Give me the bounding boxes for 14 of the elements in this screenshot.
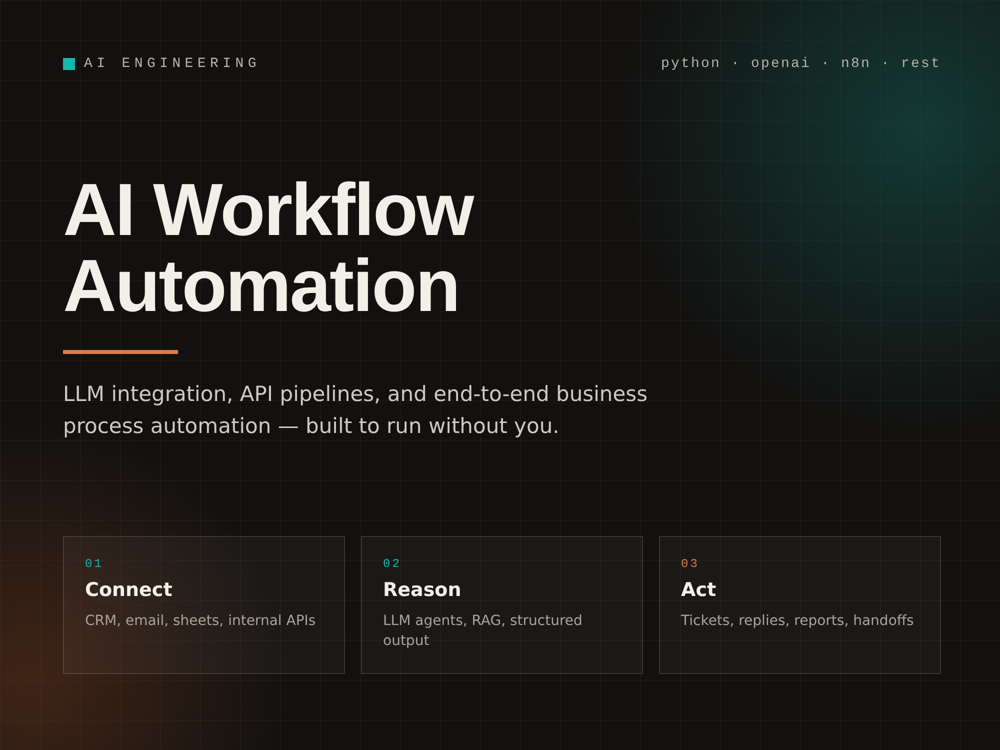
- subtitle: LLM integration, API pipelines, and end-to-end business process automation — built to run without you.: [63, 381, 649, 440]
- card-description: CRM, email, sheets, internal APIs: [85, 612, 316, 631]
- step-number: 01: [85, 557, 104, 571]
- step-number: 03: [681, 557, 700, 571]
- card-description: Tickets, replies, reports, handoffs: [681, 612, 914, 631]
- section-label: AI ENGINEERING: [84, 56, 260, 72]
- step-number: 02: [383, 557, 402, 571]
- card-title: Act: [681, 579, 716, 601]
- card-description: LLM agents, RAG, structured output: [383, 612, 584, 651]
- square-icon: [63, 58, 75, 70]
- card-title: Connect: [85, 579, 172, 601]
- card-title: Reason: [383, 579, 462, 601]
- tech-tags: python · openai · n8n · rest: [660, 56, 941, 72]
- page-title: AI Workflow Automation: [63, 172, 474, 324]
